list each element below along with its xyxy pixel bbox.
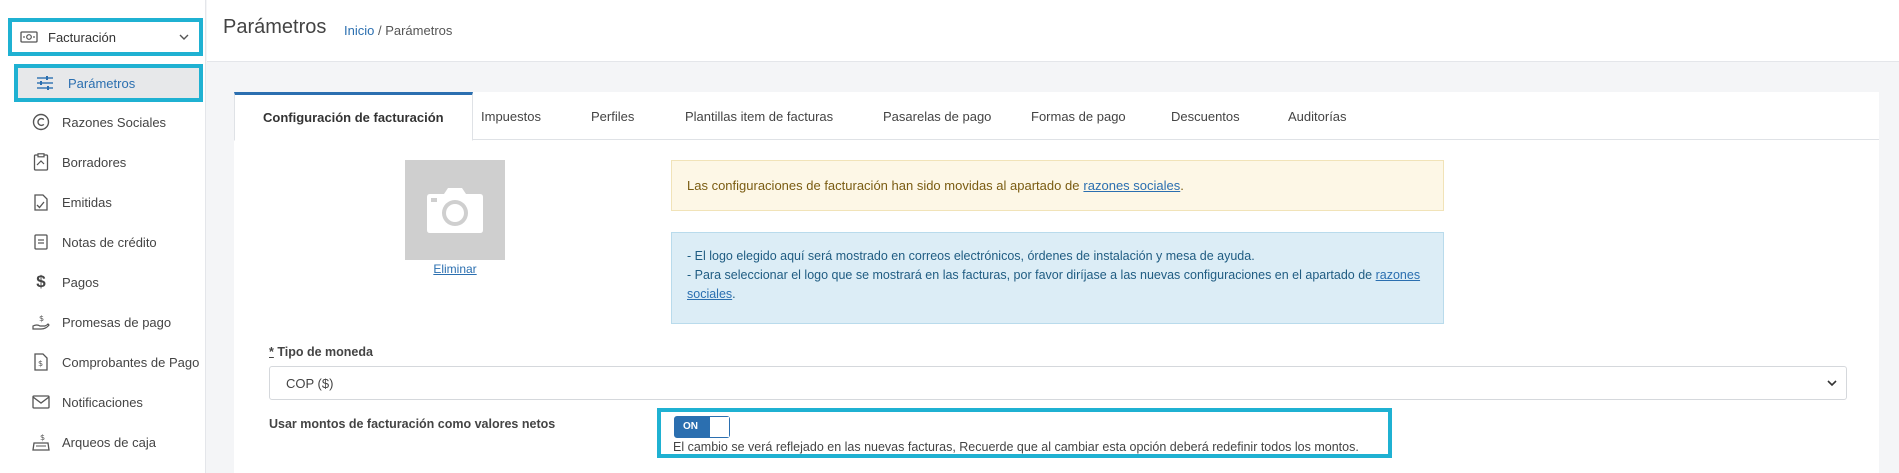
issued-icon [30,193,52,211]
tab-formas-de-pago[interactable]: Formas de pago [1015,92,1142,140]
toggle-on-label: ON [683,421,698,432]
breadcrumb-home-link[interactable]: Inicio [344,23,374,38]
warning-alert: Las configuraciones de facturación han s… [671,160,1444,211]
sidebar-item-label: Borradores [62,154,127,170]
sidebar-item-borradores[interactable]: Borradores [30,148,206,176]
toggle-knob [709,417,729,437]
svg-text:$: $ [38,359,43,368]
sidebar: Facturación Parámetros Razones Sociales … [0,0,206,473]
sidebar-item-label: Arqueos de caja [62,434,156,450]
hand-coin-icon: $ [30,313,52,331]
info-line-2-text: - Para seleccionar el logo que se mostra… [687,268,1373,282]
tab-pasarelas-de-pago[interactable]: Pasarelas de pago [867,92,1007,140]
sidebar-item-comprobantes-de-pago[interactable]: $ Comprobantes de Pago [30,348,206,376]
chevron-down-icon [1826,376,1838,393]
tab-configuracion-de-facturacion[interactable]: Configuración de facturación [234,92,473,141]
sidebar-group-facturacion[interactable]: Facturación [8,18,203,56]
sliders-icon [34,75,56,91]
tab-descuentos[interactable]: Descuentos [1155,92,1256,140]
sidebar-item-emitidas[interactable]: Emitidas [30,188,206,216]
draft-icon [30,153,52,171]
sidebar-item-label: Promesas de pago [62,314,172,330]
net-values-label: Usar montos de facturación como valores … [269,417,556,431]
tab-perfiles[interactable]: Perfiles [575,92,650,140]
svg-text:$: $ [40,433,45,442]
breadcrumb-current: Parámetros [385,23,453,38]
delete-logo-link[interactable]: Eliminar [405,262,505,276]
warning-razones-sociales-link[interactable]: razones sociales [1083,178,1180,193]
info-line-1: - El logo elegido aquí será mostrado en … [687,249,1255,263]
sidebar-item-notificaciones[interactable]: Notificaciones [30,388,206,416]
settings-card: Configuración de facturación Impuestos P… [234,92,1879,473]
currency-select[interactable]: COP ($) [269,366,1847,400]
sidebar-item-label: Notas de crédito [62,234,157,250]
credit-note-icon [30,233,52,251]
currency-label-text: Tipo de moneda [273,345,373,359]
page-header: Parámetros Inicio / Parámetros [207,0,1899,62]
breadcrumb-separator: / [374,23,386,38]
info-line-2: - Para seleccionar el logo que se mostra… [687,266,1428,304]
sidebar-item-pagos[interactable]: $ Pagos [30,268,206,296]
sidebar-item-promesas-de-pago[interactable]: $ Promesas de pago [30,308,206,336]
tab-plantillas-item-de-facturas[interactable]: Plantillas item de facturas [669,92,849,140]
sidebar-item-label: Emitidas [62,194,112,210]
breadcrumb: Inicio / Parámetros [344,23,452,38]
receipt-icon: $ [30,353,52,371]
currency-select-value: COP ($) [286,375,334,391]
logo-placeholder[interactable] [405,160,505,260]
mail-icon [30,394,52,410]
warning-end: . [1180,178,1184,193]
info-alert: - El logo elegido aquí será mostrado en … [671,232,1444,324]
sidebar-item-label: Comprobantes de Pago [62,354,200,370]
sidebar-item-label: Notificaciones [62,394,143,410]
sidebar-item-label: Razones Sociales [62,114,167,130]
sidebar-group-label: Facturación [48,29,116,45]
camera-icon [427,188,483,233]
net-values-help: El cambio se verá reflejado en las nueva… [673,440,1359,454]
page-title: Parámetros [223,16,327,38]
net-values-highlight: ON El cambio se verá reflejado en las nu… [657,408,1392,458]
chevron-down-icon[interactable] [175,34,193,41]
currency-label: * Tipo de moneda [269,345,373,359]
svg-text:$: $ [39,314,44,323]
cash-register-icon: $ [30,433,52,451]
sidebar-item-label: Parámetros [68,75,136,91]
tab-bar: Configuración de facturación Impuestos P… [234,92,1879,141]
info-end: . [732,287,736,301]
warning-text: Las configuraciones de facturación han s… [687,178,1080,193]
net-values-toggle[interactable]: ON [674,416,730,438]
sidebar-item-razones-sociales[interactable]: Razones Sociales [30,108,206,136]
tab-impuestos[interactable]: Impuestos [465,92,557,140]
money-bill-icon [18,28,40,46]
sidebar-item-arqueos-de-caja[interactable]: $ Arqueos de caja [30,428,206,456]
tab-auditorias[interactable]: Auditorías [1272,92,1363,140]
dollar-icon: $ [36,272,46,291]
sidebar-item-label: Pagos [62,274,99,290]
copyright-icon [30,113,52,131]
sidebar-item-parametros[interactable]: Parámetros [14,64,203,102]
sidebar-item-notas-de-credito[interactable]: Notas de crédito [30,228,206,256]
